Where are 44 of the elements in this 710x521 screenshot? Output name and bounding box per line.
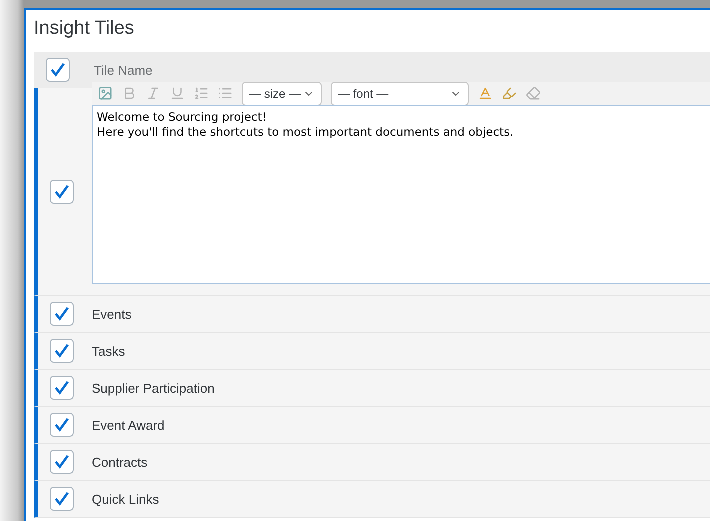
table-row[interactable]: Contracts: [34, 444, 710, 481]
checkbox[interactable]: [50, 376, 74, 400]
tile-name: Quick Links: [92, 492, 160, 506]
bullet-list-icon[interactable]: [218, 86, 233, 101]
table-row[interactable]: Events: [34, 296, 710, 333]
column-header: Tile Name: [94, 62, 153, 78]
editor-text-line: Welcome to Sourcing project!: [97, 110, 268, 125]
checkbox[interactable]: [50, 413, 74, 437]
checkbox[interactable]: [50, 339, 74, 363]
italic-icon[interactable]: [146, 86, 161, 101]
font-select[interactable]: — font —: [331, 82, 469, 106]
tile-name: Contracts: [92, 454, 148, 470]
tile-name: Event Award: [92, 418, 165, 432]
checkbox[interactable]: [50, 450, 74, 474]
text-color-icon[interactable]: [478, 86, 493, 101]
checkmark-icon: [54, 455, 70, 469]
checkbox[interactable]: [46, 58, 70, 82]
underline-icon[interactable]: [170, 86, 185, 101]
table-row[interactable]: Supplier Participation: [34, 370, 710, 407]
tile-name: Tasks: [92, 344, 126, 358]
editor-text-line: Here you'll find the shortcuts to most important documents and objects.: [97, 125, 515, 140]
checkbox[interactable]: [50, 180, 74, 204]
checkmark-icon: [54, 418, 70, 432]
table-row[interactable]: Quick Links: [34, 481, 710, 518]
checkmark-icon: [54, 344, 70, 358]
table-row[interactable]: Tasks: [34, 333, 710, 370]
numbered-list-icon[interactable]: [194, 86, 209, 101]
bold-icon[interactable]: [122, 86, 137, 101]
eraser-icon[interactable]: [526, 86, 541, 101]
checkmark-icon: [54, 492, 70, 506]
checkbox[interactable]: [50, 302, 74, 326]
checkmark-icon: [50, 63, 66, 77]
checkmark-icon: [54, 381, 70, 395]
text-editor[interactable]: Welcome to Sourcing project! Here you'll find the shortcuts to most important documents and objects.: [92, 105, 710, 284]
tile-name: Supplier Participation: [92, 380, 215, 396]
checkmark-icon: [54, 307, 70, 321]
checkmark-icon: [54, 184, 70, 198]
checkbox[interactable]: [50, 487, 74, 511]
dialog-title: Insight Tiles: [34, 17, 136, 41]
size-select[interactable]: — size —: [242, 82, 322, 106]
table-row[interactable]: Event Award: [34, 407, 710, 444]
tile-name: Events: [92, 306, 132, 322]
highlighter-icon[interactable]: [502, 86, 517, 101]
image-icon[interactable]: [98, 86, 113, 101]
